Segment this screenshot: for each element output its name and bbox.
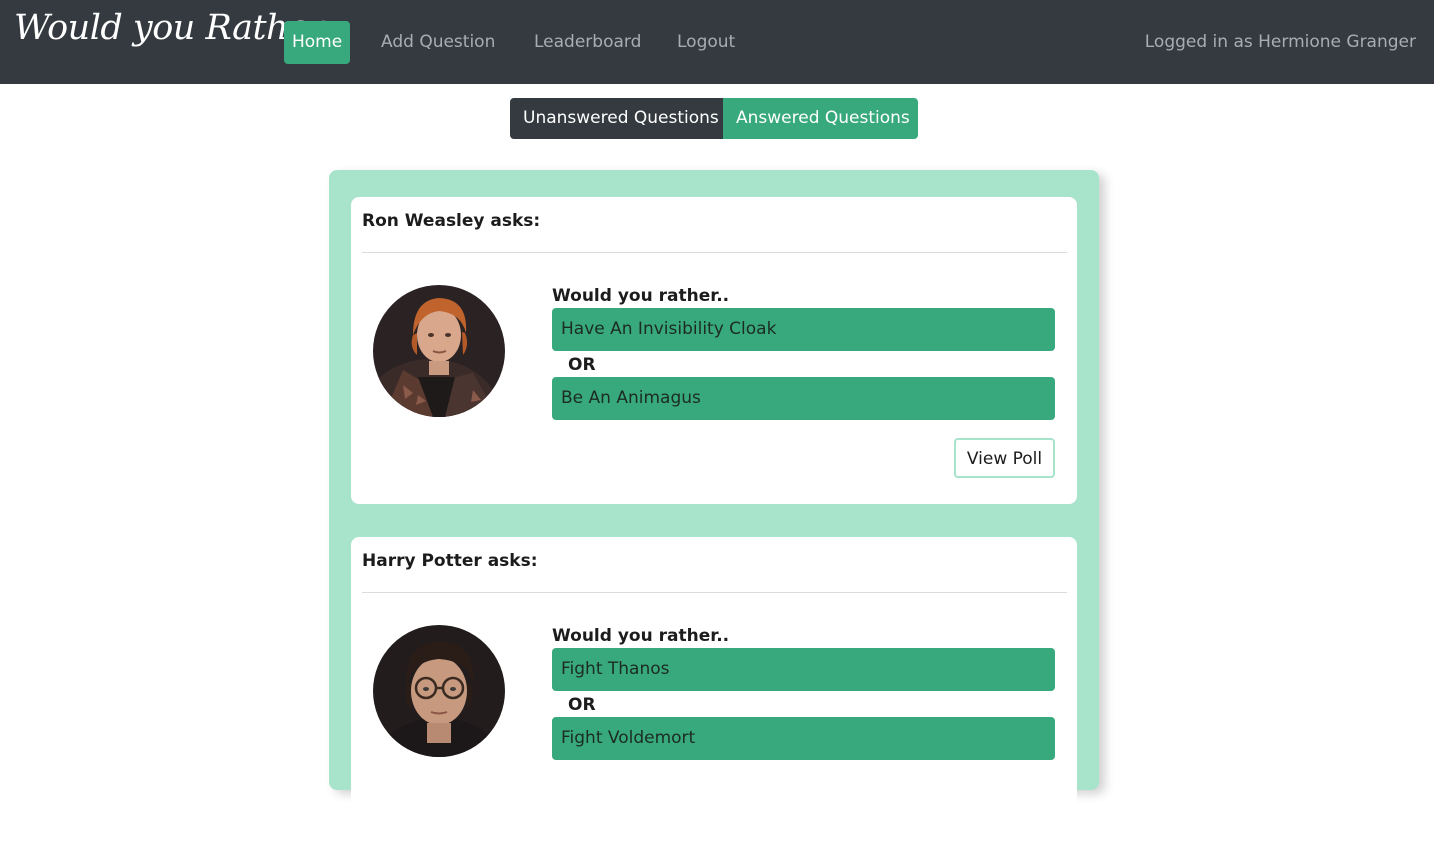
- questions-panel: Ron Weasley asks: Would you rather.. Hav…: [329, 170, 1099, 844]
- brand-logo[interactable]: Would you Rather: [14, 8, 325, 48]
- or-label: OR: [568, 695, 596, 715]
- author-avatar: [373, 285, 505, 417]
- option-two: Be An Animagus: [552, 377, 1055, 420]
- question-filter-toggle: Unanswered Questions Answered Questions: [510, 98, 918, 139]
- top-navbar: Would you Rather Home Add Question Leade…: [0, 0, 1434, 84]
- question-author-heading: Ron Weasley asks:: [362, 211, 541, 231]
- would-you-rather-label: Would you rather..: [552, 626, 730, 646]
- option-one: Fight Thanos: [552, 648, 1055, 691]
- unanswered-questions-button[interactable]: Unanswered Questions: [510, 98, 723, 139]
- harry-avatar-image: [373, 625, 505, 757]
- or-label: OR: [568, 355, 596, 375]
- nav-leaderboard[interactable]: Leaderboard: [534, 21, 641, 64]
- question-author-heading: Harry Potter asks:: [362, 551, 538, 571]
- view-poll-button[interactable]: View Poll: [954, 438, 1055, 478]
- ron-avatar-image: [373, 285, 505, 417]
- card-divider: [362, 592, 1067, 593]
- author-avatar: [373, 625, 505, 757]
- option-one: Have An Invisibility Cloak: [552, 308, 1055, 351]
- would-you-rather-label: Would you rather..: [552, 286, 730, 306]
- answered-questions-button[interactable]: Answered Questions: [723, 98, 918, 139]
- logged-in-user-text: Logged in as Hermione Granger: [1144, 32, 1416, 52]
- question-card: Ron Weasley asks: Would you rather.. Hav…: [351, 197, 1077, 504]
- question-card: Harry Potter asks: Would you rather.. Fi…: [351, 537, 1077, 844]
- card-divider: [362, 252, 1067, 253]
- nav-home[interactable]: Home: [284, 21, 351, 64]
- option-two: Fight Voldemort: [552, 717, 1055, 760]
- nav-logout[interactable]: Logout: [677, 21, 735, 64]
- nav-add-question[interactable]: Add Question: [381, 21, 495, 64]
